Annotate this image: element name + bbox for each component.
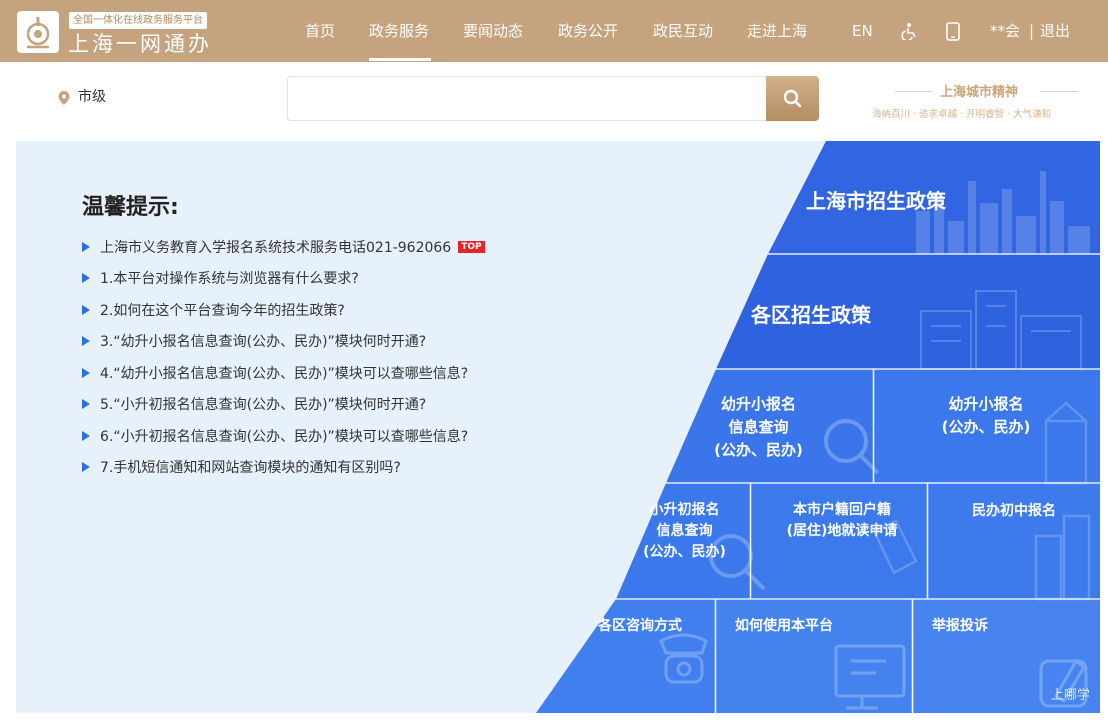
shangnaxue-watermark: 上哪学 — [1050, 688, 1090, 703]
faq-item-label: 5.“小升初报名信息查询(公办、民办)”模块何时开通? — [100, 397, 427, 414]
slogan-title: 上海城市精神 — [940, 85, 1019, 100]
faq-item-2[interactable]: 2.如何在这个平台查询今年的招生政策? — [82, 294, 602, 326]
nav-gov-services[interactable]: 政务服务 — [369, 0, 429, 62]
shanghai-logo-icon[interactable] — [17, 11, 59, 53]
faq-item-label: 3.“幼升小报名信息查询(公办、民办)”模块何时开通? — [100, 334, 427, 351]
bullet-triangle-icon — [82, 273, 90, 284]
faq-item-6[interactable]: 6.“小升初报名信息查询(公办、民办)”模块可以查哪些信息? — [82, 420, 602, 452]
active-nav-indicator — [369, 58, 431, 61]
tile-k2p-apply-label: 幼升小报名 (公办、民办) — [941, 395, 1031, 436]
bullet-triangle-icon — [82, 462, 90, 473]
faq-item-label: 6.“小升初报名信息查询(公办、民办)”模块可以查哪些信息? — [100, 428, 469, 445]
faq-item-label: 1.本平台对操作系统与浏览器有什么要求? — [100, 271, 359, 288]
faq-item-label: 2.如何在这个平台查询今年的招生政策? — [100, 302, 345, 319]
tile-district-policy-label: 各区招生政策 — [751, 303, 871, 327]
nav-news[interactable]: 要闻动态 — [463, 0, 523, 62]
tips-title: 温馨提示: — [82, 195, 179, 220]
slogan-rule-right — [1040, 91, 1078, 92]
search-icon — [783, 89, 802, 108]
faq-item-label: 上海市义务教育入学报名系统技术服务电话021-962066 — [100, 239, 452, 256]
enrollment-panel: 温馨提示: 上海市义务教育入学报名系统技术服务电话021-962066 TOP … — [16, 141, 1100, 713]
faq-list: 上海市义务教育入学报名系统技术服务电话021-962066 TOP 1.本平台对… — [82, 231, 602, 483]
bullet-triangle-icon — [82, 336, 90, 347]
tile-hukou-apply-label: 本市户籍回户籍 (居住)地就读申请 — [786, 502, 898, 539]
slogan-subtitle: 海纳百川 · 追求卓越 · 开明睿智 · 大气谦和 — [872, 109, 1052, 120]
tile-district-contact-label: 各区咨询方式 — [598, 618, 682, 634]
tile-city-policy-label: 上海市招生政策 — [806, 189, 946, 213]
tile-how-to-use-label: 如何使用本平台 — [735, 618, 833, 634]
nav-gov-disclosure[interactable]: 政务公开 — [558, 0, 618, 62]
faq-item-hotline[interactable]: 上海市义务教育入学报名系统技术服务电话021-962066 TOP — [82, 231, 602, 263]
nav-interaction[interactable]: 政民互动 — [653, 0, 713, 62]
faq-item-4[interactable]: 4.“幼升小报名信息查询(公办、民办)”模块可以查哪些信息? — [82, 357, 602, 389]
faq-item-7[interactable]: 7.手机短信通知和网站查询模块的通知有区别吗? — [82, 452, 602, 484]
faq-item-1[interactable]: 1.本平台对操作系统与浏览器有什么要求? — [82, 263, 602, 295]
faq-item-label: 4.“幼升小报名信息查询(公办、民办)”模块可以查哪些信息? — [100, 365, 469, 382]
top-navigation-bar: 全国一体化在线政务服务平台 上海一网通办 首页 政务服务 要闻动态 政务公开 政… — [0, 0, 1108, 62]
header-divider: | — [1029, 22, 1035, 40]
top-badge: TOP — [458, 240, 485, 253]
search-button[interactable] — [766, 76, 819, 121]
location-selector[interactable]: 市级 — [78, 86, 106, 106]
tile-private-middle-school-label: 民办初中报名 — [972, 503, 1056, 519]
tile-p2m-query-label: 小升初报名 信息查询 (公办、民办) — [643, 502, 726, 560]
slogan-rule-left — [895, 91, 933, 92]
faq-item-label: 7.手机短信通知和网站查询模块的通知有区别吗? — [100, 460, 401, 477]
logo-tagline: 全国一体化在线政务服务平台 — [69, 12, 207, 29]
user-name[interactable]: **会 — [990, 0, 1020, 62]
bullet-triangle-icon — [82, 241, 90, 252]
bullet-triangle-icon — [82, 399, 90, 410]
search-input[interactable] — [287, 76, 767, 121]
bullet-triangle-icon — [82, 367, 90, 378]
faq-item-3[interactable]: 3.“幼升小报名信息查询(公办、民办)”模块何时开通? — [82, 326, 602, 358]
language-switch[interactable]: EN — [852, 0, 873, 62]
faq-item-5[interactable]: 5.“小升初报名信息查询(公办、民办)”模块何时开通? — [82, 389, 602, 421]
tile-report-label: 举报投诉 — [932, 618, 988, 634]
bullet-triangle-icon — [82, 430, 90, 441]
nav-about-shanghai[interactable]: 走进上海 — [747, 0, 807, 62]
bullet-triangle-icon — [82, 304, 90, 315]
site-title[interactable]: 上海一网通办 — [68, 28, 212, 58]
logout-link[interactable]: 退出 — [1040, 0, 1070, 62]
nav-home[interactable]: 首页 — [305, 0, 335, 62]
tile-k2p-query-label: 幼升小报名 信息查询 (公办、民办) — [714, 395, 803, 459]
